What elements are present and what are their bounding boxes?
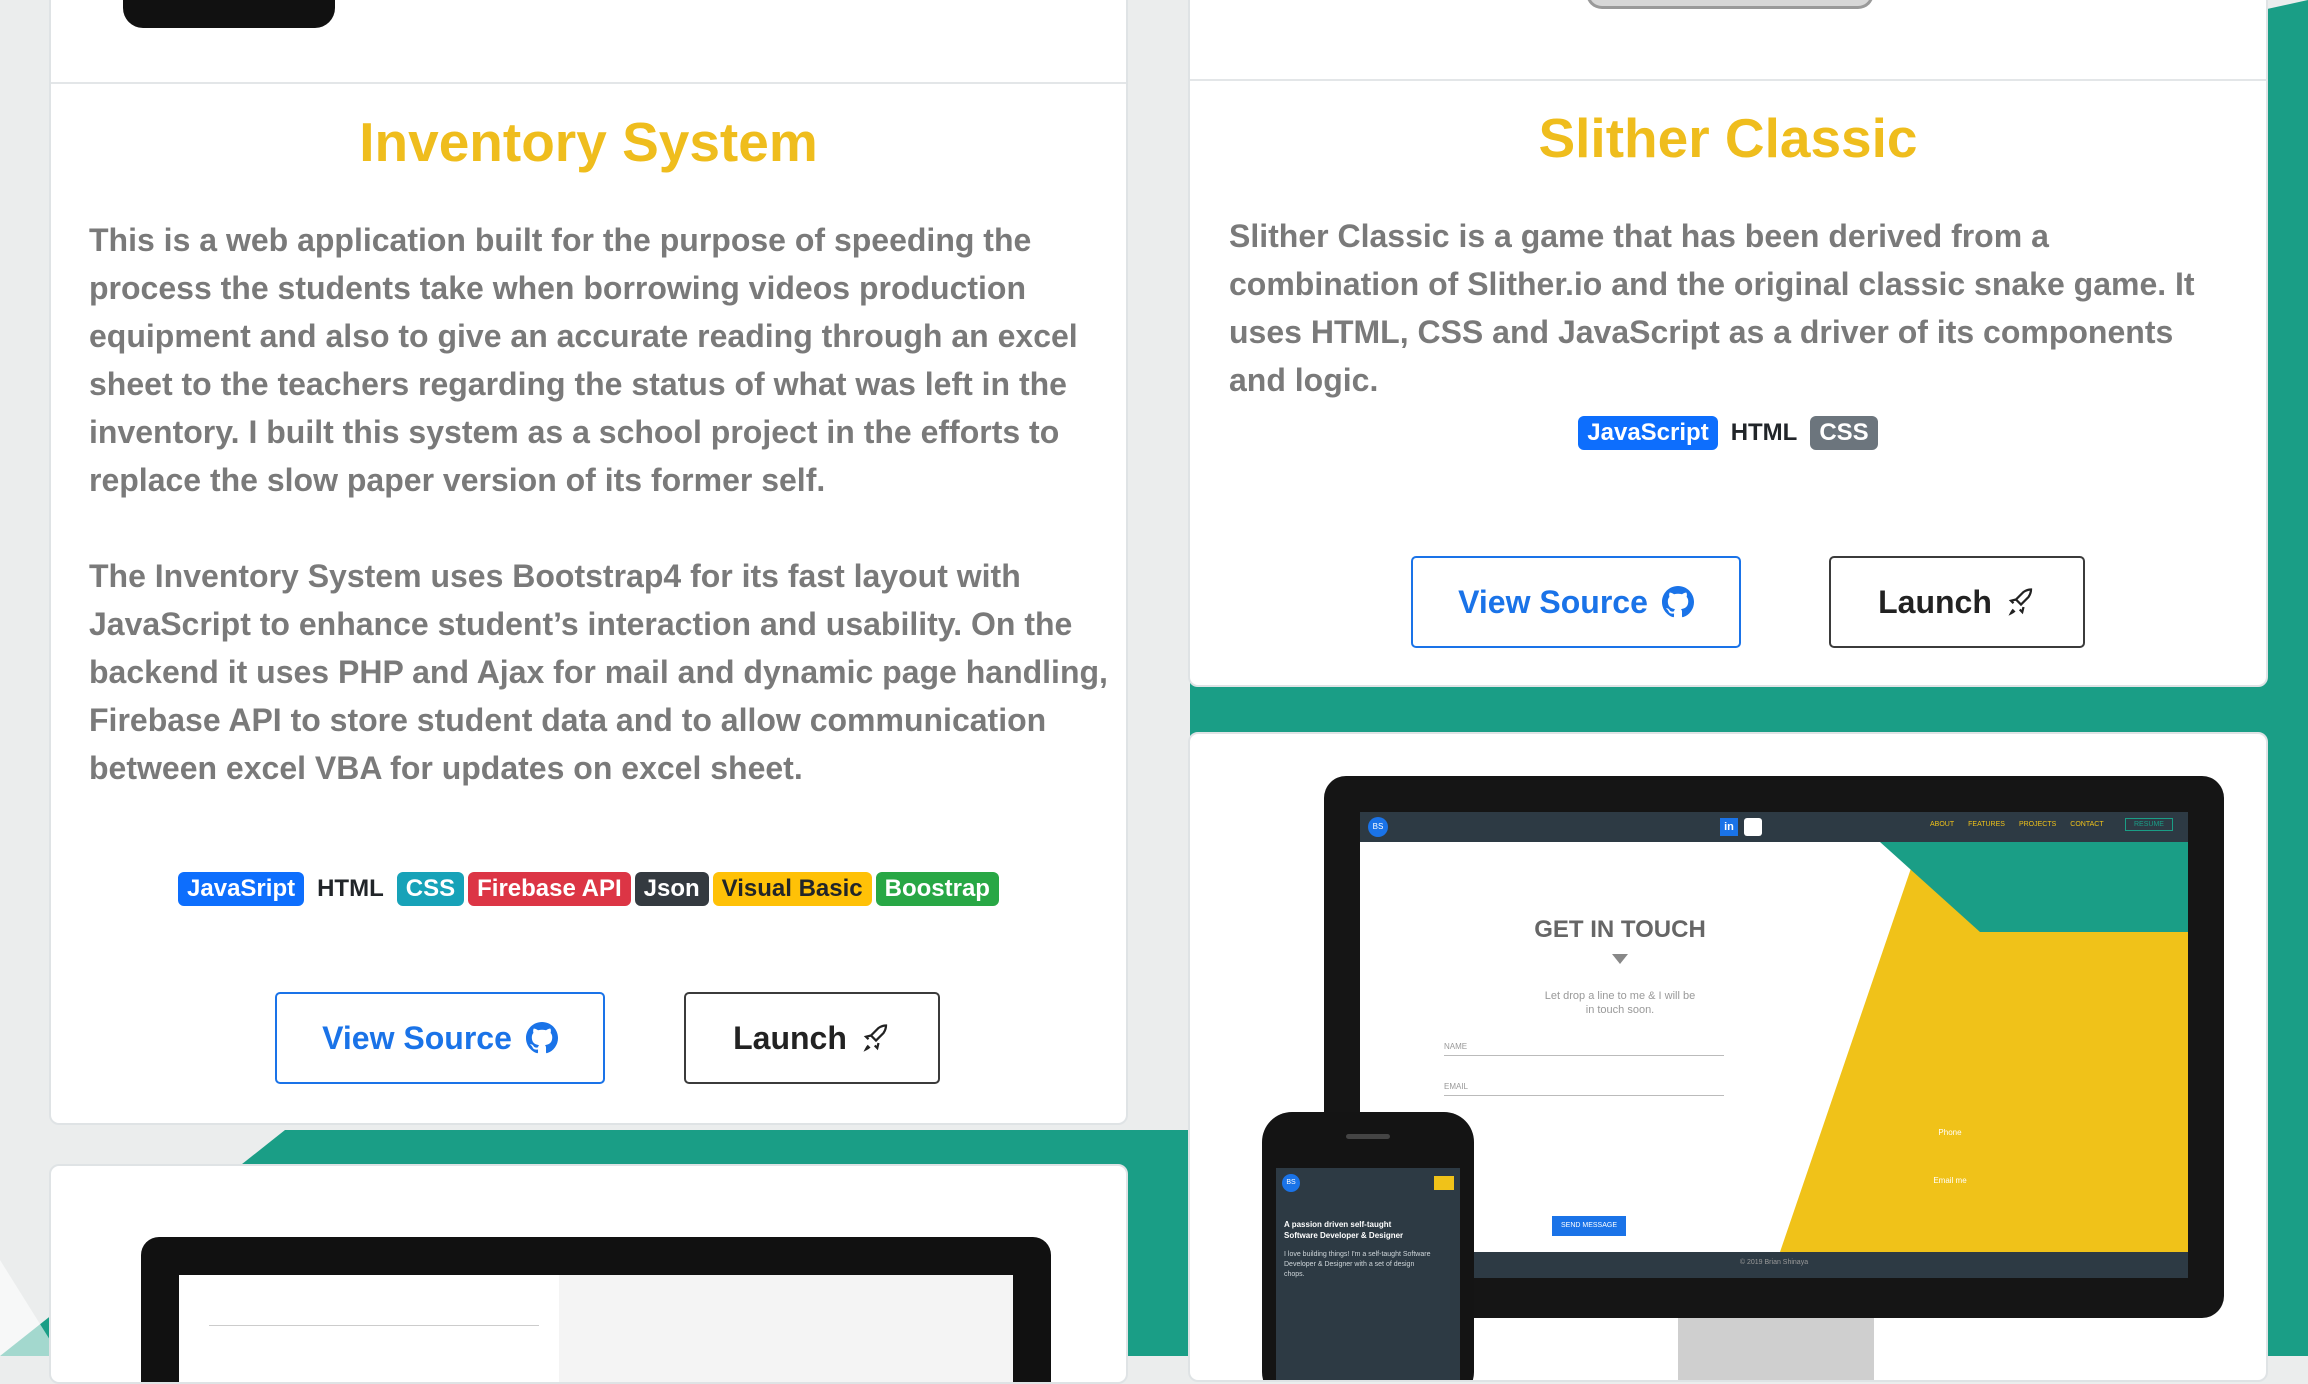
- linkedin-icon: in: [1720, 818, 1738, 836]
- project-description: This is a web application built for the …: [89, 222, 1078, 498]
- phone-frame: BS A passion driven self-taught Software…: [1262, 1112, 1474, 1380]
- view-source-label: View Source: [322, 1019, 512, 1056]
- project-description-tech: The Inventory System uses Bootstrap4 for…: [89, 558, 1108, 786]
- rocket-icon: [2006, 587, 2036, 617]
- project-image: [51, 0, 1126, 84]
- preview-logo: BS: [1368, 817, 1388, 837]
- view-source-button[interactable]: View Source: [275, 992, 605, 1084]
- project-card-next: [49, 1164, 1128, 1384]
- launch-label: Launch: [733, 1019, 847, 1056]
- github-icon: [525, 1022, 558, 1054]
- preview-nav-item: FEATURES: [1968, 821, 2005, 828]
- phone-screen: BS A passion driven self-taught Software…: [1276, 1168, 1460, 1380]
- tech-tag: CSS: [396, 872, 465, 906]
- tech-tag: CSS: [1810, 416, 1878, 450]
- view-source-button[interactable]: View Source: [1411, 556, 1741, 648]
- project-title: Inventory System: [359, 111, 818, 173]
- screen-left-pane: [179, 1275, 559, 1382]
- preview-heading: GET IN TOUCH: [1534, 916, 1706, 943]
- screen-divider: [209, 1325, 539, 1326]
- preview-footer: © 2019 Brian Shinaya: [1739, 1259, 1809, 1266]
- laptop-screen: [179, 1275, 1013, 1382]
- phone-logo: BS: [1282, 1174, 1300, 1192]
- project-card-inventory: Inventory System This is a web applicati…: [49, 0, 1128, 1125]
- preview-nav: ABOUT FEATURES PROJECTS CONTACT: [1930, 821, 2104, 828]
- view-source-label: View Source: [1458, 583, 1648, 620]
- launch-button[interactable]: Launch: [684, 992, 940, 1084]
- monitor-screen: BS in ABOUT FEATURES PROJECTS CONTACT RESUM…: [1360, 812, 2188, 1278]
- project-card-portfolio: BS in ABOUT FEATURES PROJECTS CONTACT RESUM…: [1188, 732, 2268, 1382]
- phone-speaker: [1346, 1134, 1390, 1139]
- preview-subtext-2: in touch soon.: [1585, 1004, 1655, 1016]
- preview-send-button: SEND MESSAGE: [1552, 1216, 1626, 1236]
- launch-label: Launch: [1878, 583, 1992, 620]
- device-preview-bottom: [123, 0, 335, 28]
- preview-resume-button: RESUME: [2125, 818, 2173, 831]
- preview-phone-label: Phone: [1938, 1128, 1962, 1137]
- preview-nav-item: ABOUT: [1930, 821, 1955, 828]
- tech-tags: JavaScript HTML CSS: [1190, 416, 2266, 450]
- tech-tag: Boostrap: [875, 872, 999, 906]
- phone-tagline-2: Software Developer & Designer: [1284, 1231, 1404, 1240]
- github-icon: [1661, 586, 1694, 618]
- chevron-down-icon: [1612, 954, 1628, 964]
- preview-email-field: EMAIL: [1444, 1082, 1724, 1096]
- launch-button[interactable]: Launch: [1829, 556, 2085, 648]
- github-icon: [1744, 818, 1762, 836]
- preview-nav-item: CONTACT: [2070, 821, 2104, 828]
- project-title: Slither Classic: [1538, 107, 1918, 169]
- laptop-preview: [141, 1237, 1051, 1382]
- preview-email-label: Email me: [1933, 1176, 1967, 1185]
- tech-tag: HTML: [1730, 419, 1798, 446]
- menu-icon: [1434, 1176, 1454, 1190]
- rocket-icon: [861, 1023, 891, 1053]
- project-description: Slither Classic is a game that has been …: [1229, 218, 2195, 398]
- tech-tag: HTML: [317, 875, 384, 902]
- tech-tag: Json: [634, 872, 709, 906]
- tech-tag: JavaSript: [178, 872, 305, 906]
- monitor-stand: [1678, 1318, 1874, 1380]
- tech-tag: Firebase API: [468, 872, 631, 906]
- tech-tag: Visual Basic: [712, 872, 872, 906]
- tech-tags: JavaSript HTML CSS Firebase API Json Visual B…: [51, 872, 1126, 906]
- phone-text: I love building things! I'm a self-taugh…: [1284, 1251, 1431, 1278]
- preview-subtext-1: Let drop a line to me & I will be: [1544, 990, 1696, 1002]
- preview-nav-item: PROJECTS: [2018, 821, 2057, 828]
- project-image: [1190, 0, 2266, 81]
- project-card-slither: Slither Classic Slither Classic is a gam…: [1188, 0, 2268, 687]
- phone-tagline-1: A passion driven self-taught: [1284, 1220, 1392, 1229]
- device-preview-bottom: [1586, 0, 1874, 9]
- preview-name-field: NAME: [1444, 1042, 1724, 1056]
- tech-tag: JavaScript: [1578, 416, 1718, 450]
